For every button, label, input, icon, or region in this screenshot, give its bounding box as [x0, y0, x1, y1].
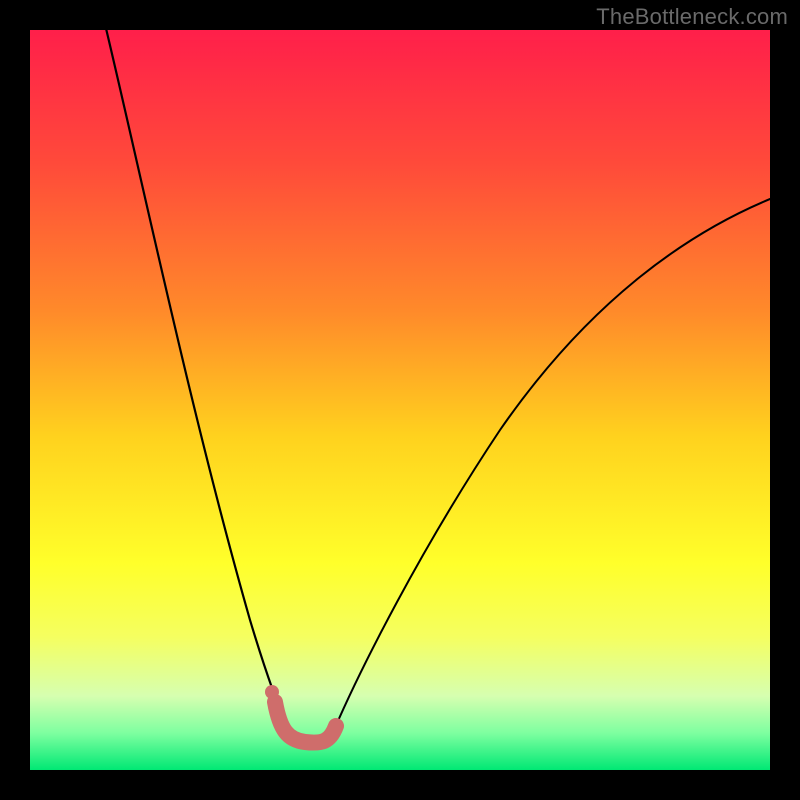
bottleneck-curves: [30, 30, 770, 770]
right-curve: [334, 195, 770, 730]
left-curve: [104, 30, 288, 730]
valley-marker: [275, 702, 336, 743]
chart-plot-area: [30, 30, 770, 770]
valley-entry-dot: [265, 685, 279, 699]
watermark-text: TheBottleneck.com: [596, 4, 788, 30]
